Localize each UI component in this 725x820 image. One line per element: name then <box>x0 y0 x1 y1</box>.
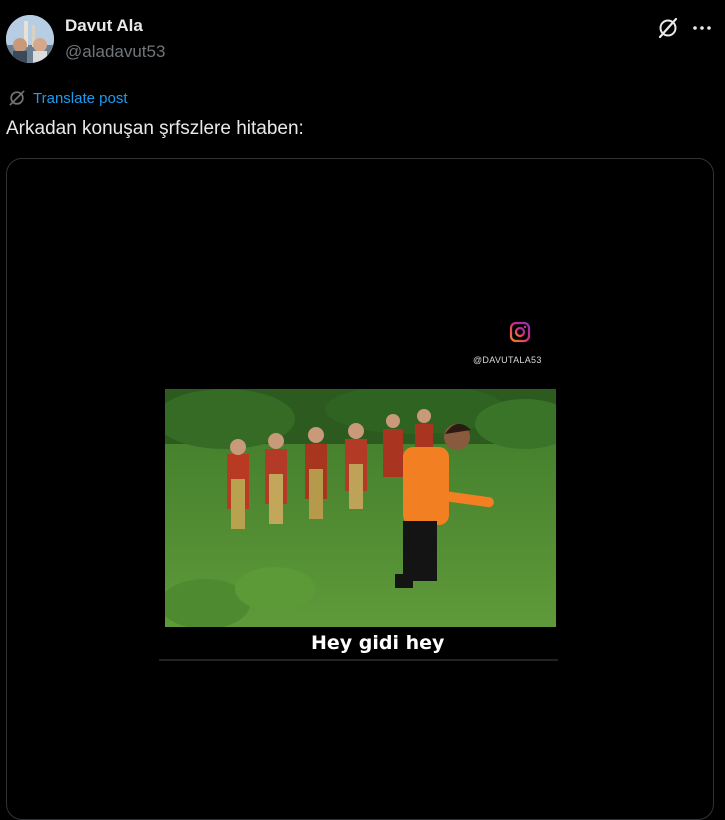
instagram-icon <box>509 321 531 343</box>
video-watermark: @DAVUTALA53 <box>473 355 542 365</box>
video-caption: Hey gidi hey <box>303 629 453 657</box>
grok-icon[interactable] <box>656 16 680 40</box>
avatar[interactable] <box>6 15 54 63</box>
video-player[interactable]: @DAVUTALA53 Hey gidi hey <box>6 158 714 820</box>
translate-icon <box>9 90 25 106</box>
translate-post-link[interactable]: Translate post <box>7 88 128 108</box>
translate-label[interactable]: Translate post <box>33 90 128 107</box>
avatar-image <box>6 15 54 63</box>
author-handle[interactable]: @aladavut53 <box>65 42 165 62</box>
post-text: Arkadan konuşan şrfszlere hitaben: <box>6 118 304 139</box>
author-name[interactable]: Davut Ala <box>65 16 143 36</box>
video-frame <box>165 389 556 629</box>
more-icon[interactable] <box>690 16 714 40</box>
